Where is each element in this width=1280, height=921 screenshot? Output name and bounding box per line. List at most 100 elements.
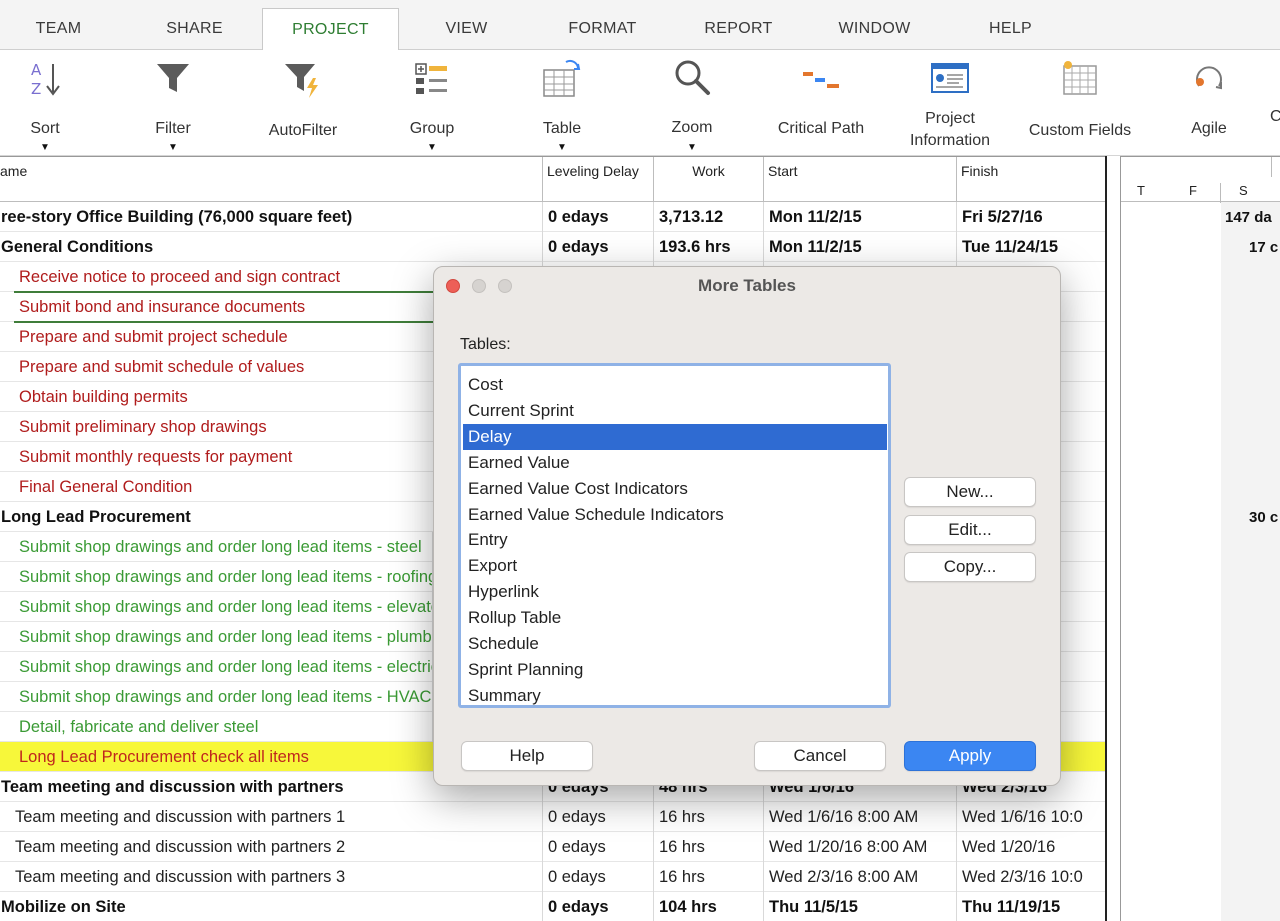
tables-list-item[interactable]: Sprint Planning bbox=[463, 657, 887, 683]
apply-button[interactable]: Apply bbox=[904, 741, 1036, 771]
agile-cycle-icon bbox=[1196, 66, 1222, 90]
table-row[interactable]: Team meeting and discussion with partner… bbox=[0, 802, 1105, 832]
gantt-timeline: T F S 147 da 17 c 30 c bbox=[1120, 156, 1280, 921]
cell-task-name[interactable]: ree-story Office Building (76,000 square… bbox=[0, 202, 543, 232]
tables-list-item[interactable]: Entry bbox=[463, 527, 887, 553]
cell-work[interactable]: 3,713.12 bbox=[654, 202, 764, 232]
tables-list-item[interactable]: Earned Value bbox=[463, 450, 887, 476]
cell-start[interactable]: Wed 1/20/16 8:00 AM bbox=[764, 832, 957, 862]
group-dropdown-arrow[interactable]: ▼ bbox=[427, 142, 437, 153]
custom-fields-button[interactable]: Custom Fields bbox=[1015, 50, 1145, 156]
tables-label: Tables: bbox=[460, 336, 511, 353]
cell-leveling-delay[interactable]: 0 edays bbox=[543, 802, 654, 832]
table-label: Table bbox=[542, 120, 582, 137]
tab-share[interactable]: SHARE bbox=[126, 8, 263, 50]
cell-work[interactable]: 16 hrs bbox=[654, 802, 764, 832]
tables-list-item[interactable]: Current Sprint bbox=[463, 398, 887, 424]
sort-button[interactable]: A Z Sort ▼ bbox=[0, 50, 110, 156]
group-button[interactable]: Group ▼ bbox=[367, 50, 497, 156]
table-row[interactable]: ree-story Office Building (76,000 square… bbox=[0, 202, 1105, 232]
header-leveling-delay[interactable]: Leveling Delay bbox=[543, 157, 654, 203]
table-row[interactable]: Team meeting and discussion with partner… bbox=[0, 832, 1105, 862]
cell-work[interactable]: 104 hrs bbox=[654, 892, 764, 921]
tables-list-item[interactable]: Earned Value Cost Indicators bbox=[463, 476, 887, 502]
magnifier-icon bbox=[675, 60, 710, 95]
cell-finish[interactable]: Tue 11/24/15 bbox=[957, 232, 1105, 262]
cell-leveling-delay[interactable]: 0 edays bbox=[543, 832, 654, 862]
agile-button[interactable]: Agile bbox=[1144, 50, 1274, 156]
table-dropdown-arrow[interactable]: ▼ bbox=[557, 142, 567, 153]
critical-path-icon bbox=[803, 72, 839, 88]
cell-task-name[interactable]: Submit shop drawings and order long lead… bbox=[0, 622, 433, 652]
cell-work[interactable]: 16 hrs bbox=[654, 832, 764, 862]
autofilter-button[interactable]: AutoFilter bbox=[238, 50, 368, 156]
cell-task-name[interactable]: General Conditions bbox=[0, 232, 543, 262]
critical-path-button[interactable]: Critical Path bbox=[756, 50, 886, 156]
cell-finish[interactable]: Thu 11/19/15 bbox=[957, 892, 1105, 921]
table-row[interactable]: Team meeting and discussion with partner… bbox=[0, 862, 1105, 892]
cell-work[interactable]: 16 hrs bbox=[654, 862, 764, 892]
cell-start[interactable]: Mon 11/2/15 bbox=[764, 232, 957, 262]
copy-button[interactable]: Copy... bbox=[904, 552, 1036, 582]
tables-list-item[interactable]: Hyperlink bbox=[463, 579, 887, 605]
tables-list-item[interactable]: Delay bbox=[463, 423, 887, 450]
task-link-line bbox=[14, 321, 434, 323]
cell-start[interactable]: Wed 1/6/16 8:00 AM bbox=[764, 802, 957, 832]
cell-leveling-delay[interactable]: 0 edays bbox=[543, 892, 654, 921]
tables-list-item[interactable]: Export bbox=[463, 553, 887, 579]
filter-button[interactable]: Filter ▼ bbox=[108, 50, 238, 156]
table-button[interactable]: Table ▼ bbox=[497, 50, 627, 156]
tab-format[interactable]: FORMAT bbox=[534, 8, 671, 50]
zoom-dropdown-arrow[interactable]: ▼ bbox=[687, 142, 697, 153]
project-information-button[interactable]: Project Information bbox=[885, 50, 1015, 156]
header-task-name[interactable]: ame bbox=[0, 157, 543, 203]
help-button[interactable]: Help bbox=[461, 741, 593, 771]
cell-task-name[interactable]: Submit shop drawings and order long lead… bbox=[0, 592, 433, 622]
zoom-button[interactable]: Zoom ▼ bbox=[627, 50, 757, 156]
tables-list-item[interactable]: Schedule bbox=[463, 631, 887, 657]
cell-work[interactable]: 193.6 hrs bbox=[654, 232, 764, 262]
cell-task-name[interactable]: Submit shop drawings and order long lead… bbox=[0, 562, 433, 592]
header-start[interactable]: Start bbox=[764, 157, 957, 203]
cell-start[interactable]: Thu 11/5/15 bbox=[764, 892, 957, 921]
new-button[interactable]: New... bbox=[904, 477, 1036, 507]
cell-task-name[interactable]: Submit shop drawings and order long lead… bbox=[0, 652, 433, 682]
cell-finish[interactable]: Fri 5/27/16 bbox=[957, 202, 1105, 232]
timeline-weekend-shade bbox=[1221, 202, 1280, 921]
table-row[interactable]: General Conditions 0 edays 193.6 hrs Mon 11… bbox=[0, 232, 1105, 262]
cell-start[interactable]: Mon 11/2/15 bbox=[764, 202, 957, 232]
tab-window[interactable]: WINDOW bbox=[806, 8, 943, 50]
tables-list-item[interactable]: Earned Value Schedule Indicators bbox=[463, 502, 887, 528]
tab-help[interactable]: HELP bbox=[942, 8, 1079, 50]
cell-leveling-delay[interactable]: 0 edays bbox=[543, 202, 654, 232]
cell-finish[interactable]: Wed 1/20/16 bbox=[957, 832, 1105, 862]
cell-leveling-delay[interactable]: 0 edays bbox=[543, 232, 654, 262]
cell-task-name[interactable]: Team meeting and discussion with partner… bbox=[0, 862, 543, 892]
cell-start[interactable]: Wed 2/3/16 8:00 AM bbox=[764, 862, 957, 892]
cell-leveling-delay[interactable]: 0 edays bbox=[543, 862, 654, 892]
cell-task-name[interactable]: Team meeting and discussion with partner… bbox=[0, 802, 543, 832]
cell-task-name[interactable]: Team meeting and discussion with partner… bbox=[0, 832, 543, 862]
tab-view[interactable]: VIEW bbox=[398, 8, 535, 50]
header-finish[interactable]: Finish bbox=[957, 157, 1105, 203]
tables-list-item[interactable]: Summary bbox=[463, 683, 887, 705]
tables-listbox[interactable]: Cost Current Sprint Delay Earned Value Earne… bbox=[458, 363, 891, 708]
table-row[interactable]: Mobilize on Site 0 edays 104 hrs Thu 11/5/1… bbox=[0, 892, 1105, 921]
edit-button[interactable]: Edit... bbox=[904, 515, 1036, 545]
cancel-button[interactable]: Cancel bbox=[754, 741, 886, 771]
cell-finish[interactable]: Wed 2/3/16 10:0 bbox=[957, 862, 1105, 892]
timeline-day-s: S bbox=[1239, 183, 1248, 198]
cell-task-name[interactable]: Mobilize on Site bbox=[0, 892, 543, 921]
filter-dropdown-arrow[interactable]: ▼ bbox=[168, 142, 178, 153]
cell-task-name[interactable]: Detail, fabricate and deliver steel bbox=[0, 712, 433, 742]
cell-task-name[interactable]: Submit shop drawings and order long lead… bbox=[0, 532, 433, 562]
cell-finish[interactable]: Wed 1/6/16 10:0 bbox=[957, 802, 1105, 832]
tab-project[interactable]: PROJECT bbox=[262, 8, 399, 51]
tab-report[interactable]: REPORT bbox=[670, 8, 807, 50]
cell-task-name[interactable]: Submit shop drawings and order long lead… bbox=[0, 682, 433, 712]
sort-dropdown-arrow[interactable]: ▼ bbox=[40, 142, 50, 153]
tables-list-item[interactable]: Cost bbox=[463, 372, 887, 398]
header-work[interactable]: Work bbox=[654, 157, 764, 203]
tab-team[interactable]: TEAM bbox=[0, 8, 127, 50]
tables-list-item[interactable]: Rollup Table bbox=[463, 605, 887, 631]
